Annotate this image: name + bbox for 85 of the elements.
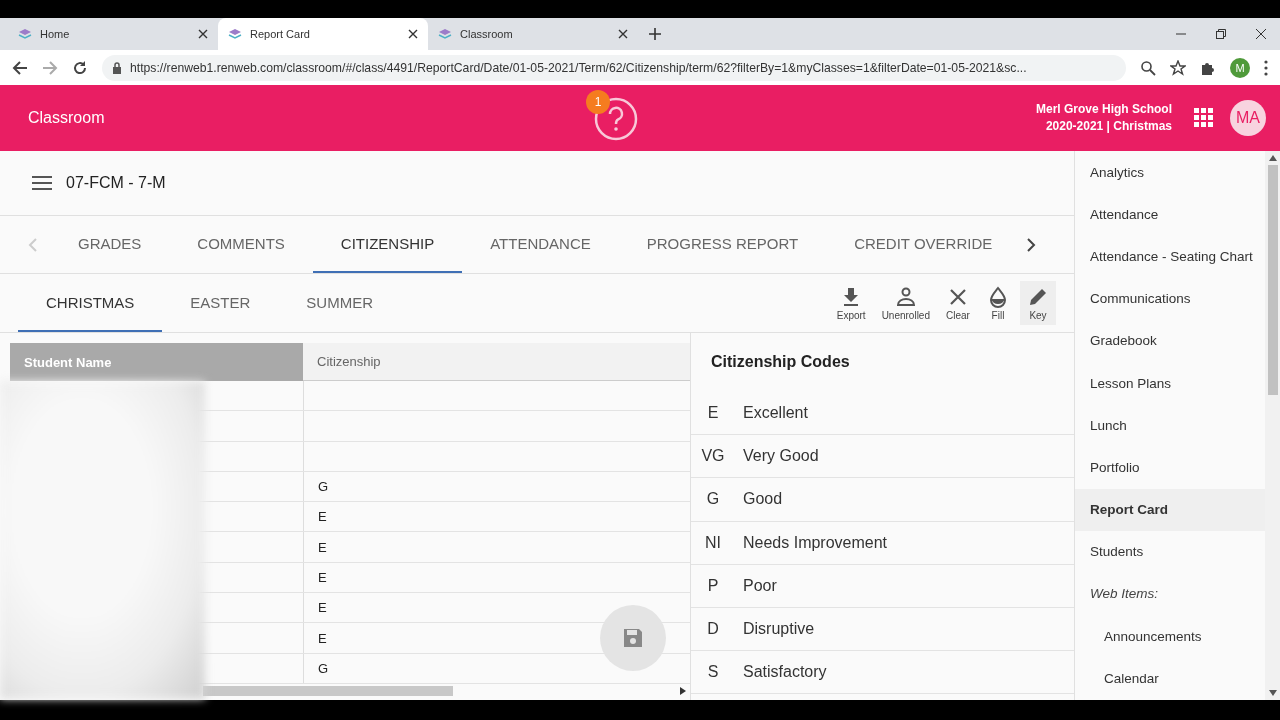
code-abbreviation: G [705,490,721,509]
code-abbreviation: E [706,404,720,423]
school-name: Merl Grove High School [1035,101,1172,118]
nav-item[interactable]: Analytics [1075,151,1265,194]
menu-icon[interactable] [32,176,52,190]
address-bar[interactable]: https://renweb1.renweb.com/classroom/#/class/4491/ReportCard/Date/01-05-2021/Term/62/Citizenship/term/62?filterBy=1&myClasses=1&filterDate=01-05-2021&sc... [102,54,1126,81]
close-icon[interactable] [408,29,418,39]
code-label: Disruptive [743,620,815,639]
term-tab[interactable]: SUMMER [278,274,402,332]
code-label: Good [743,490,783,509]
code-abbreviation: P [706,576,720,595]
term-tab[interactable]: CHRISTMAS [18,274,163,332]
table-cell[interactable]: G [318,479,329,495]
close-icon[interactable] [198,29,208,39]
table-cell[interactable]: E [318,509,327,525]
url-text: https://renweb1.renweb.com/classroom/#/class/4491/ReportCard/Date/01-05-2021/Term/62/Citizenship/term/62?filterBy=1&myClasses=1&filterDate=01-05-2021&sc... [130,60,1027,75]
close-icon[interactable] [1256,29,1266,39]
star-icon[interactable] [1170,59,1186,76]
tab[interactable]: PROGRESS REPORT [618,216,827,273]
codes-title: Citizenship Codes [710,352,851,372]
toolbar-button[interactable]: Export [830,281,872,325]
class-title: 07-FCM - 7-M [66,174,166,192]
code-abbreviation: D [706,620,720,639]
table-cell[interactable]: E [318,630,327,646]
code-label: Needs Improvement [743,533,888,552]
code-label: Satisfactory [743,663,827,682]
code-abbreviation: S [706,663,720,682]
back-icon[interactable] [12,59,28,76]
lock-icon [112,61,122,74]
nav-item[interactable]: Portfolio [1075,446,1265,489]
tab[interactable]: CREDIT OVERRIDE [826,216,1021,273]
nav-item[interactable]: Announcements [1075,615,1265,658]
scrollbar-thumb[interactable] [203,685,453,696]
code-abbreviation: NI [704,533,722,552]
toolbar-button[interactable]: Fill [980,281,1016,325]
nav-item[interactable]: Lunch [1075,404,1265,447]
toolbar-button[interactable]: Key [1020,281,1056,325]
school-term: 2020-2021 | Christmas [1044,118,1172,135]
table-cell[interactable]: G [318,660,329,676]
scroll-right-icon[interactable] [680,686,686,695]
table-cell[interactable]: E [318,569,327,585]
browser-tab[interactable]: Report Card [218,18,428,50]
reload-icon[interactable] [72,59,88,76]
new-tab-icon[interactable] [648,27,662,41]
code-label: Excellent [743,404,808,423]
code-abbreviation: VG [700,447,726,466]
code-label: Poor [743,576,777,595]
nav-item[interactable]: Attendance - Seating Chart [1075,235,1265,278]
save-icon [622,627,644,649]
nav-item[interactable]: Attendance [1075,193,1265,236]
table-cell[interactable]: E [318,539,327,555]
layers-icon [438,28,452,40]
help-icon[interactable] [594,97,638,141]
tab[interactable]: CITIZENSHIP [312,216,463,273]
nav-heading: Web Items: [1089,585,1160,604]
nav-item[interactable]: Calendar [1075,657,1265,700]
apps-grid-icon[interactable] [1194,108,1214,128]
nav-item[interactable]: Communications [1075,277,1265,320]
browser-tab[interactable]: Classroom [428,18,638,50]
nav-item[interactable]: Lesson Plans [1075,361,1265,405]
close-icon[interactable] [618,29,628,39]
browser-tab[interactable]: Home [8,18,218,50]
nav-item[interactable]: Gradebook [1075,319,1265,362]
layers-icon [18,28,32,40]
more-icon[interactable] [1264,59,1268,76]
tab[interactable]: COMMENTS [169,216,313,273]
tab[interactable]: ATTENDANCE [462,216,619,273]
chevron-right-icon[interactable] [1026,236,1037,253]
restore-icon[interactable] [1216,29,1226,39]
table-cell[interactable]: E [318,600,327,616]
nav-item[interactable]: Students [1075,530,1265,573]
zoom-icon[interactable] [1140,59,1156,76]
scrollbar-thumb[interactable] [1267,165,1278,395]
nav-item[interactable]: Report Card [1075,488,1265,531]
tab[interactable]: GRADES [50,216,170,273]
toolbar-button[interactable]: Unenrolled [875,281,936,325]
notification-badge: 1 [586,90,610,114]
column-header[interactable]: Citizenship [303,343,690,381]
term-tab[interactable]: EASTER [162,274,279,332]
scroll-up-icon[interactable] [1268,155,1277,161]
code-label: Very Good [743,447,819,466]
app-title: Classroom [28,109,105,127]
scroll-down-icon[interactable] [1268,690,1277,696]
toolbar-button[interactable]: Clear [940,281,976,325]
layers-icon [228,28,242,40]
